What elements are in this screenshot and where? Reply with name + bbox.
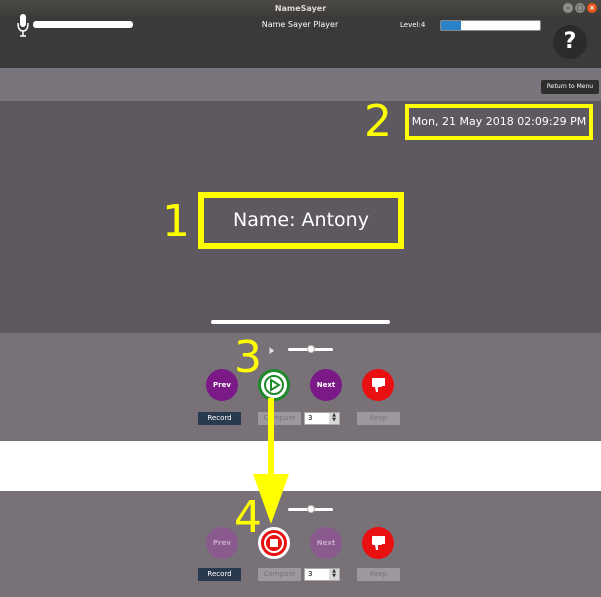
thumbs-down-icon (372, 378, 385, 392)
stop-button[interactable] (258, 527, 290, 559)
compare-count-spinner-bottom[interactable]: 3 ▲ ▼ (304, 568, 340, 581)
annotation-arrow-head (253, 474, 289, 524)
separator-gap (0, 441, 601, 491)
help-button[interactable]: ? (553, 25, 587, 59)
spinner-arrows-bottom[interactable]: ▲ ▼ (329, 569, 339, 580)
control-panel-bottom (0, 491, 601, 597)
prev-button[interactable]: Prev (206, 369, 238, 401)
namesayer-window: NameSayer – □ × Name Sayer Player Level:… (0, 0, 601, 597)
record-button-bottom[interactable]: Record (198, 568, 241, 581)
window-titlebar: NameSayer – □ × (0, 0, 601, 17)
next-button[interactable]: Next (310, 369, 342, 401)
playback-progress-bar (211, 320, 390, 324)
stop-icon (264, 533, 284, 553)
compare-count-value: 3 (308, 414, 313, 422)
level-progress-fill (441, 21, 461, 30)
close-button[interactable]: × (587, 3, 597, 13)
annotation-1: 1 (162, 196, 190, 247)
level-label: Level:4 (400, 21, 426, 29)
prev-button-disabled[interactable]: Prev (206, 527, 238, 559)
spinner-arrows[interactable]: ▲ ▼ (329, 413, 339, 424)
window-title: NameSayer (274, 4, 327, 13)
next-button-disabled[interactable]: Next (310, 527, 342, 559)
compare-count-value-bottom: 3 (308, 570, 313, 578)
annotation-arrow-shaft (268, 398, 274, 478)
record-button[interactable]: Record (198, 412, 241, 425)
thumbs-down-icon (372, 536, 385, 550)
mic-level-bar (33, 21, 133, 28)
return-to-menu-button[interactable]: Return to Menu (541, 80, 599, 94)
dislike-button-bottom[interactable] (362, 527, 394, 559)
speaker-icon: 🕨 (266, 343, 274, 357)
app-title: Name Sayer Player (261, 20, 339, 29)
maximize-button[interactable]: □ (575, 3, 585, 13)
microphone-icon (17, 14, 29, 37)
volume-slider-knob[interactable] (307, 345, 315, 353)
menu-strip (0, 68, 601, 101)
minimize-button[interactable]: – (563, 3, 573, 13)
compare-count-spinner[interactable]: 3 ▲ ▼ (304, 412, 340, 425)
volume-slider-knob-bottom[interactable] (307, 505, 315, 513)
keep-button[interactable]: Keep (357, 412, 400, 425)
level-progress-bar (440, 20, 541, 31)
compare-button-bottom[interactable]: Compare (258, 568, 301, 581)
play-button[interactable] (258, 369, 290, 401)
window-controls: – □ × (563, 3, 597, 13)
play-icon (264, 375, 284, 395)
annotation-3: 3 (234, 332, 262, 383)
name-label: Name: Antony (198, 192, 404, 249)
compare-button[interactable]: Compare (258, 412, 301, 425)
datetime-display: Mon, 21 May 2018 02:09:29 PM (405, 104, 593, 140)
keep-button-bottom[interactable]: Keep (357, 568, 400, 581)
annotation-2: 2 (364, 96, 392, 147)
dislike-button[interactable] (362, 369, 394, 401)
